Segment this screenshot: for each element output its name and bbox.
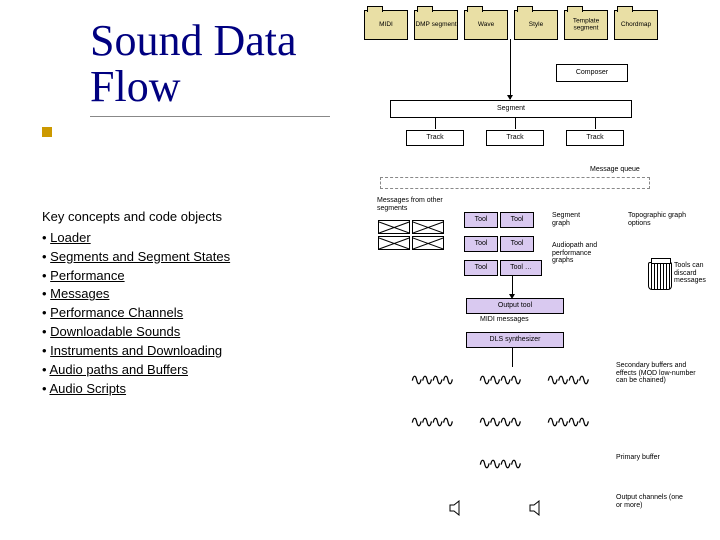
speaker-right-icon bbox=[528, 500, 544, 516]
link-dls[interactable]: Downloadable Sounds bbox=[50, 324, 180, 339]
wave-sec-3: ∿∿∿∿ bbox=[546, 370, 588, 390]
folder-wave: Wave bbox=[464, 10, 508, 40]
link-audioscripts[interactable]: Audio Scripts bbox=[49, 381, 126, 396]
composer-box: Composer bbox=[556, 64, 628, 82]
synth-box: DLS synthesizer bbox=[466, 332, 564, 348]
track-2: Track bbox=[486, 130, 544, 146]
discard-label: Tools can discard messages bbox=[674, 262, 718, 285]
ap-graph-label: Audiopath and performance graphs bbox=[552, 242, 612, 265]
segment-box: Segment bbox=[390, 100, 632, 118]
folder-dmp: DMP segment bbox=[414, 10, 458, 40]
output-sub-label: MIDI messages bbox=[480, 316, 529, 324]
topo-label: Topographic graph options bbox=[628, 212, 698, 227]
cross-1 bbox=[378, 220, 410, 234]
link-loader[interactable]: Loader bbox=[50, 230, 90, 245]
sec-buf-label: Secondary buffers and effects (MOD low-n… bbox=[616, 362, 706, 385]
seg-graph-label: Segment graph bbox=[552, 212, 597, 227]
tool-1a: Tool bbox=[464, 212, 498, 228]
link-segments[interactable]: Segments and Segment States bbox=[50, 249, 230, 264]
concepts-heading: Key concepts and code objects bbox=[42, 208, 230, 227]
folder-template: Template segment bbox=[564, 10, 608, 40]
tool-2a: Tool bbox=[464, 236, 498, 252]
msgqueue-box bbox=[380, 177, 650, 189]
cross-2 bbox=[412, 220, 444, 234]
wave-mid-3: ∿∿∿∿ bbox=[546, 412, 588, 432]
prim-buf-label: Primary buffer bbox=[616, 454, 686, 462]
tool-3a: Tool bbox=[464, 260, 498, 276]
msg-other-label: Messages from other segments bbox=[377, 197, 447, 212]
conn-t3 bbox=[595, 117, 596, 129]
link-instruments[interactable]: Instruments and Downloading bbox=[50, 343, 222, 358]
link-messages[interactable]: Messages bbox=[50, 286, 109, 301]
tool-3b: Tool … bbox=[500, 260, 542, 276]
folder-midi: MIDI bbox=[364, 10, 408, 40]
arrow-1 bbox=[507, 95, 513, 100]
wave-mid-2: ∿∿∿∿ bbox=[478, 412, 520, 432]
title-bullet-icon bbox=[42, 127, 52, 137]
out-chan-label: Output channels (one or more) bbox=[616, 494, 686, 509]
conn-t2 bbox=[515, 117, 516, 129]
folder-style: Style bbox=[514, 10, 558, 40]
conn-wave bbox=[512, 347, 513, 367]
tool-2b: Tool bbox=[500, 236, 534, 252]
page-title: Sound Data Flow bbox=[90, 18, 330, 117]
flow-diagram: MIDI DMP segment Wave Style Template seg… bbox=[360, 2, 720, 540]
track-1: Track bbox=[406, 130, 464, 146]
link-perf-channels[interactable]: Performance Channels bbox=[50, 305, 183, 320]
folder-chordmap: Chordmap bbox=[614, 10, 658, 40]
wave-sec-2: ∿∿∿∿ bbox=[478, 370, 520, 390]
link-performance[interactable]: Performance bbox=[50, 268, 124, 283]
cross-4 bbox=[412, 236, 444, 250]
arrow-out bbox=[509, 294, 515, 299]
cross-3 bbox=[378, 236, 410, 250]
link-audiopaths[interactable]: Audio paths and Buffers bbox=[49, 362, 188, 377]
track-3: Track bbox=[566, 130, 624, 146]
msgqueue-label: Message queue bbox=[590, 166, 640, 174]
wave-primary: ∿∿∿∿ bbox=[478, 454, 520, 474]
conn-t1 bbox=[435, 117, 436, 129]
wave-sec-1: ∿∿∿∿ bbox=[410, 370, 452, 390]
speaker-left-icon bbox=[448, 500, 464, 516]
output-tool-box: Output tool bbox=[466, 298, 564, 314]
tool-1b: Tool bbox=[500, 212, 534, 228]
trash-icon bbox=[648, 262, 672, 290]
conn-1 bbox=[510, 39, 511, 99]
concepts-block: Key concepts and code objects Loader Seg… bbox=[42, 208, 230, 398]
wave-mid-1: ∿∿∿∿ bbox=[410, 412, 452, 432]
